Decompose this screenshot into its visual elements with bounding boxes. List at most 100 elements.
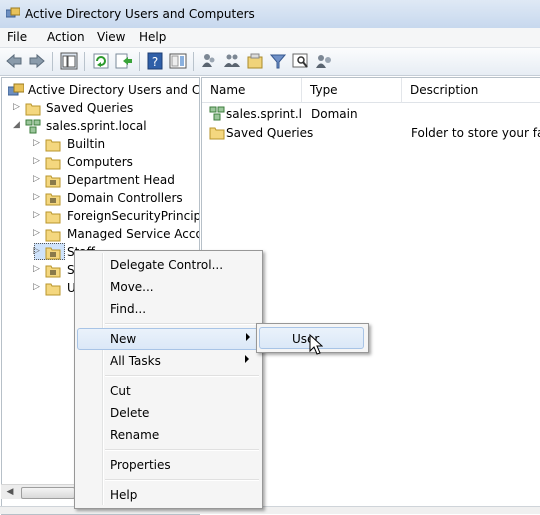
organizational-unit-icon [45, 265, 61, 278]
toolbar: ? [0, 48, 540, 76]
tree-item-builtin[interactable]: ▷ Builtin [33, 136, 198, 154]
folder-icon [25, 103, 41, 116]
folder-icon [209, 127, 225, 140]
active-directory-app-icon [6, 7, 20, 18]
ou-icon[interactable] [246, 52, 264, 70]
cell-name: sales.sprint.l... [226, 107, 302, 121]
menu-item-label: Delegate Control... [110, 258, 224, 272]
collapsed-arrow-icon[interactable]: ▷ [33, 282, 43, 294]
collapsed-arrow-icon[interactable]: ▷ [33, 156, 43, 168]
menu-item-help[interactable]: Help [77, 485, 260, 505]
refresh-icon[interactable] [92, 52, 110, 70]
column-header-label: Type [310, 83, 338, 97]
menu-item-move[interactable]: Move... [77, 277, 260, 297]
menu-bar: File Action View Help [0, 28, 540, 48]
domain-icon [25, 119, 41, 134]
menu-action[interactable]: Action [47, 30, 85, 44]
scroll-left-icon[interactable]: ◀ [3, 485, 17, 499]
expanded-arrow-icon[interactable]: ◢ [13, 120, 23, 132]
scrollbar-thumb[interactable] [21, 487, 75, 499]
collapsed-arrow-icon[interactable]: ▷ [33, 174, 43, 186]
tree-item-domain[interactable]: ◢ sales.sprint.local [13, 118, 193, 136]
cell-name: Saved Queries [226, 126, 314, 140]
tree-item-label: Managed Service Accour [67, 227, 199, 241]
menu-view[interactable]: View [97, 30, 125, 44]
menu-item-delegate-control[interactable]: Delegate Control... [77, 255, 260, 275]
menu-item-label: Cut [110, 384, 131, 398]
organizational-unit-icon [45, 175, 61, 188]
menu-item-label: Help [110, 488, 138, 502]
domain-icon [209, 106, 225, 121]
cell-type: Domain [311, 107, 358, 121]
menu-item-properties[interactable]: Properties [77, 455, 260, 475]
tree-item-saved-queries[interactable]: ▷ Saved Queries [13, 100, 193, 118]
cell-description: Folder to store your favo [411, 126, 540, 140]
menu-item-rename[interactable]: Rename [77, 425, 260, 445]
tree-root-label: Active Directory Users and Com [28, 83, 200, 97]
menu-item-label: Delete [110, 406, 150, 420]
tree-item-label: Builtin [67, 137, 106, 151]
column-header-name[interactable]: Name [202, 78, 302, 103]
menu-item-cut[interactable]: Cut [77, 381, 260, 401]
menu-item-all-tasks[interactable]: All Tasks [77, 351, 260, 371]
menu-item-label: All Tasks [110, 354, 161, 368]
forward-icon[interactable] [28, 52, 46, 70]
help-icon[interactable]: ? [146, 52, 164, 70]
organizational-unit-icon [45, 247, 61, 260]
active-directory-root-icon [8, 83, 24, 96]
context-menu: Delegate Control... Move... Find... New … [74, 250, 263, 509]
back-icon[interactable] [5, 52, 23, 70]
collapsed-arrow-icon[interactable]: ▷ [33, 138, 43, 150]
export-list-icon[interactable] [115, 52, 133, 70]
tree-item-computers[interactable]: ▷ Computers [33, 154, 198, 172]
console-tree-icon[interactable] [60, 52, 78, 70]
menu-item-find[interactable]: Find... [77, 299, 260, 319]
menu-file[interactable]: File [7, 30, 27, 44]
menu-item-label: Find... [110, 302, 147, 316]
menu-help[interactable]: Help [139, 30, 166, 44]
column-header-label: Name [210, 83, 246, 97]
collapsed-arrow-icon[interactable]: ▷ [13, 102, 23, 114]
tree-item-label: Domain Controllers [67, 191, 183, 205]
window-title: Active Directory Users and Computers [25, 7, 255, 21]
menu-item-label: New [110, 332, 137, 346]
folder-icon [45, 283, 61, 296]
collapsed-arrow-icon[interactable]: ▷ [33, 210, 43, 222]
tree-item-label: Computers [67, 155, 133, 169]
tree-item-label: Saved Queries [46, 101, 134, 115]
show-action-pane-icon[interactable] [169, 52, 187, 70]
menu-item-delete[interactable]: Delete [77, 403, 260, 423]
folder-icon [45, 229, 61, 242]
tree-item-domain-controllers[interactable]: ▷ Domain Controllers [33, 190, 198, 208]
collapsed-arrow-icon[interactable]: ▷ [33, 228, 43, 240]
folder-icon [45, 157, 61, 170]
group-icon[interactable] [223, 52, 241, 70]
users-icon[interactable] [200, 52, 218, 70]
menu-item-label: Properties [110, 458, 171, 472]
menu-item-label: Move... [110, 280, 154, 294]
tree-item-department-head[interactable]: ▷ Department Head [33, 172, 198, 190]
folder-icon [45, 139, 61, 152]
collapsed-arrow-icon[interactable]: ▷ [33, 246, 43, 258]
column-header-type[interactable]: Type [302, 78, 402, 103]
add-to-group-icon[interactable] [315, 52, 333, 70]
title-bar: Active Directory Users and Computers [0, 0, 540, 29]
column-header-label: Description [410, 83, 479, 97]
tree-root[interactable]: Active Directory Users and Com [6, 82, 200, 100]
tree-item-label: ForeignSecurityPrincipals [67, 209, 199, 223]
submenu-arrow-icon [246, 333, 250, 341]
collapsed-arrow-icon[interactable]: ▷ [33, 264, 43, 276]
collapsed-arrow-icon[interactable]: ▷ [33, 192, 43, 204]
menu-item-new[interactable]: New [77, 328, 260, 350]
submenu-arrow-icon [245, 355, 249, 363]
mouse-cursor-icon [309, 334, 323, 355]
column-header-description[interactable]: Description [402, 78, 540, 103]
tree-item-foreign-security-principals[interactable]: ▷ ForeignSecurityPrincipals [33, 208, 199, 226]
list-row-domain[interactable]: sales.sprint.l... Domain [202, 105, 540, 124]
tree-item-managed-service-accounts[interactable]: ▷ Managed Service Accour [33, 226, 199, 244]
find-icon[interactable] [292, 52, 310, 70]
organizational-unit-icon [45, 193, 61, 206]
list-row-saved-queries[interactable]: Saved Queries Folder to store your favo [202, 124, 540, 143]
tree-item-label: sales.sprint.local [46, 119, 147, 133]
filter-icon[interactable] [269, 52, 287, 70]
